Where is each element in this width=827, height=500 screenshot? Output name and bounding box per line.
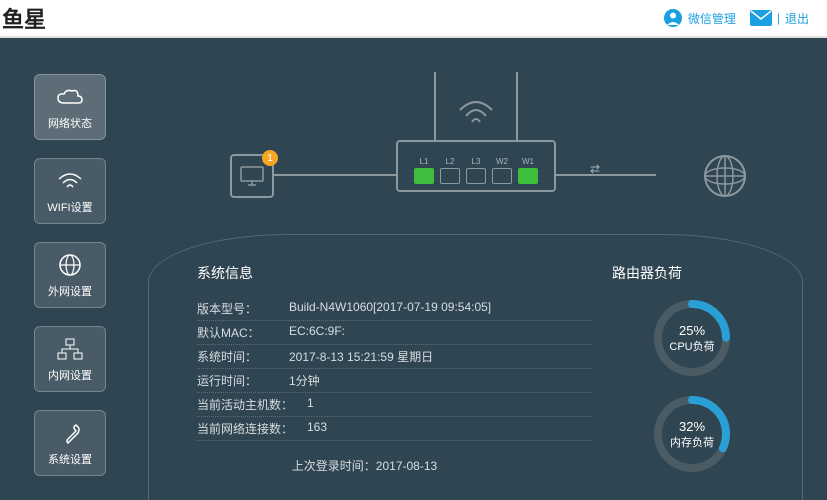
nav-network-status[interactable]: 网络状态 — [34, 74, 106, 140]
nav-label: 外网设置 — [48, 283, 92, 299]
link-pc-router — [274, 174, 396, 176]
info-row-time: 系统时间：2017-8-13 15:21:59 星期日 — [197, 345, 592, 369]
pc-count-badge: 1 — [262, 150, 278, 166]
logout-label: 退出 — [785, 10, 809, 27]
port-w2: W2 — [492, 168, 512, 184]
nav-wifi-settings[interactable]: WIFI设置 — [34, 158, 106, 224]
monitor-icon — [239, 165, 265, 187]
network-icon — [56, 335, 84, 363]
wrench-icon — [56, 419, 84, 447]
antenna-icon — [434, 72, 436, 142]
port-l2: L2 — [440, 168, 460, 184]
antenna-icon — [516, 72, 518, 142]
info-row-hosts: 当前活动主机数：1 — [197, 393, 592, 417]
router-node[interactable]: L1 L2 L3 W2 W1 — [396, 140, 556, 192]
nav-label: 网络状态 — [48, 115, 92, 131]
port-w1: W1 — [518, 168, 538, 184]
mail-icon — [750, 10, 772, 26]
port-l3: L3 — [466, 168, 486, 184]
load-title: 路由器负荷 — [612, 263, 772, 283]
info-row-conns: 当前网络连接数：163 — [197, 417, 592, 441]
pc-node[interactable]: 1 — [230, 154, 274, 198]
link-router-wan — [556, 174, 656, 176]
wechat-label: 微信管理 — [688, 10, 736, 27]
wifi-icon — [56, 167, 84, 195]
info-row-uptime: 运行时间：1分钟 — [197, 369, 592, 393]
nav-wan-settings[interactable]: 外网设置 — [34, 242, 106, 308]
mem-gauge: 32%内存负荷 — [651, 393, 733, 475]
nav-label: WIFI设置 — [47, 199, 92, 215]
port-l1: L1 — [414, 168, 434, 184]
globe-icon — [56, 251, 84, 279]
nav-lan-settings[interactable]: 内网设置 — [34, 326, 106, 392]
user-icon — [663, 8, 683, 28]
brand-logo: 鱼星 — [0, 2, 46, 34]
nav-label: 系统设置 — [48, 451, 92, 467]
nav-system-settings[interactable]: 系统设置 — [34, 410, 106, 476]
globe-icon — [701, 152, 749, 200]
logout-link[interactable]: | 退出 — [750, 10, 809, 27]
cloud-icon — [56, 83, 84, 111]
cpu-gauge: 25%CPU负荷 — [651, 297, 733, 379]
topology-diagram: ⇄ 1 L1 L2 L3 W2 W1 — [134, 58, 809, 248]
sysinfo-title: 系统信息 — [197, 263, 592, 283]
last-login-text: 上次登录时间：2017-08-13 — [137, 457, 592, 474]
info-row-model: 版本型号：Build-N4W1060[2017-07-19 09:54:05] — [197, 297, 592, 321]
nav-label: 内网设置 — [48, 367, 92, 383]
wifi-waves-icon — [456, 98, 496, 124]
separator: | — [777, 11, 780, 25]
swap-icon: ⇄ — [590, 162, 600, 176]
wechat-manage-link[interactable]: 微信管理 — [663, 8, 736, 28]
internet-node[interactable] — [701, 152, 749, 200]
info-row-mac: 默认MAC：EC:6C:9F: — [197, 321, 592, 345]
